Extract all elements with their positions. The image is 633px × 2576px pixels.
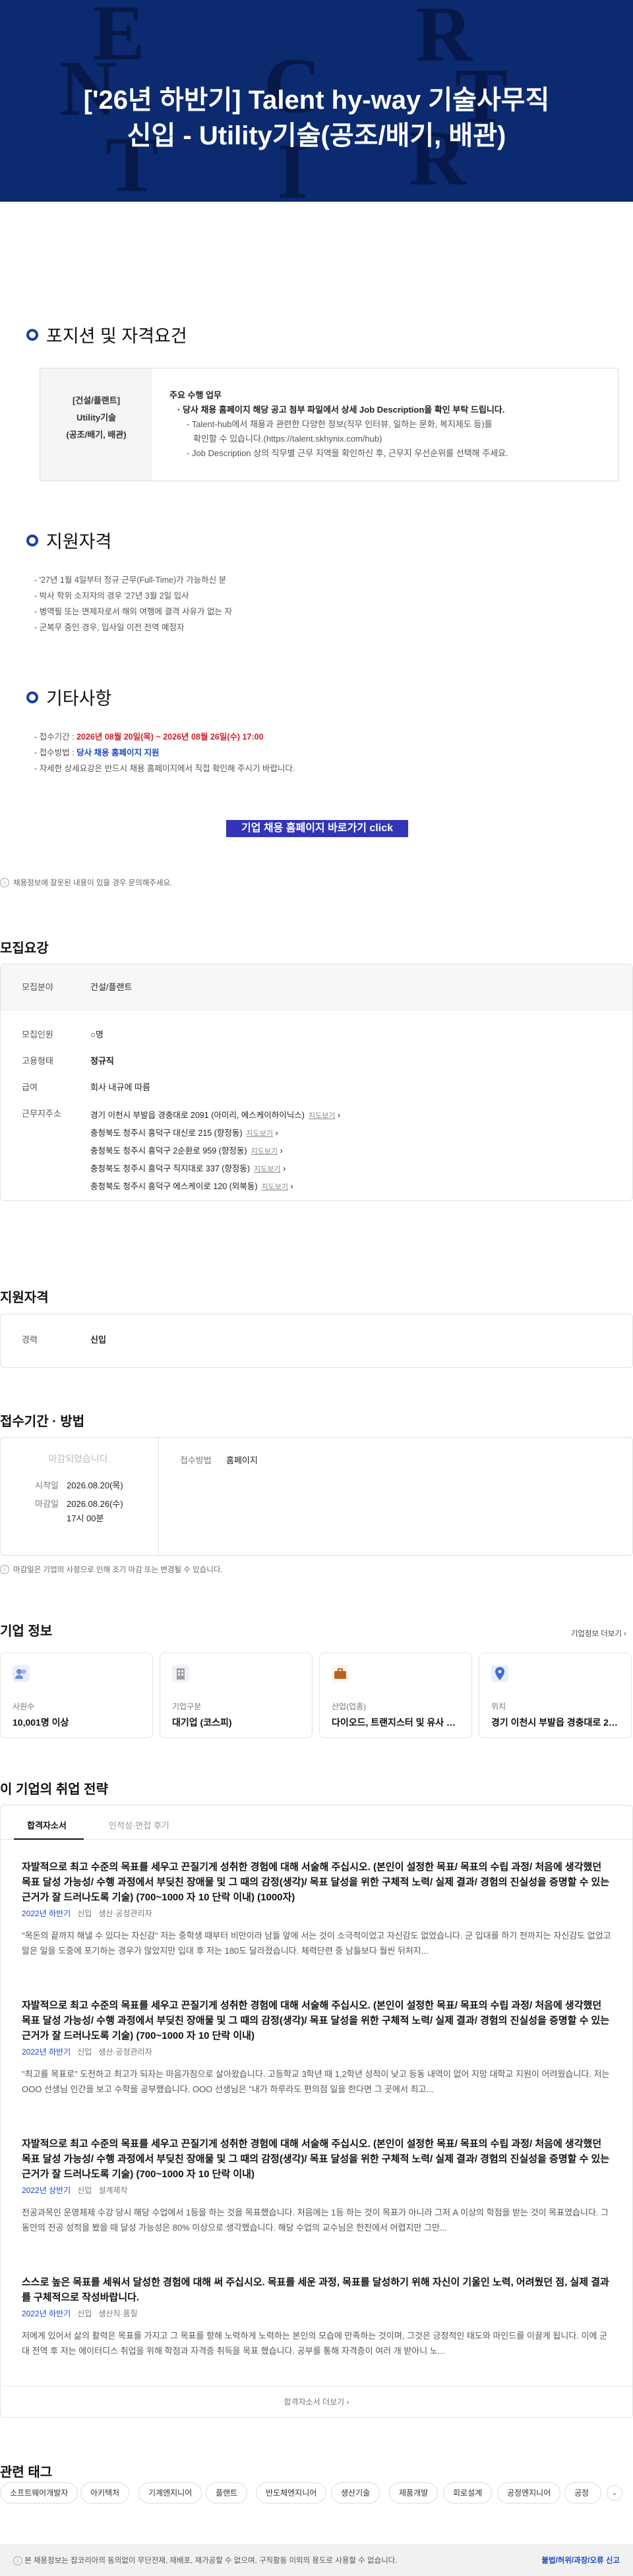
bullet-ring-icon: [26, 691, 38, 703]
story-item[interactable]: 자발적으로 최고 수준의 목표를 세우고 끈질기게 성취한 경험에 대해 서술해…: [22, 1998, 613, 2097]
tag-chip[interactable]: 공정: [564, 2482, 601, 2503]
active-tab-underline: [14, 1838, 84, 1840]
position-table: [건설/플랜트] Utility기술 (공조/배기, 배관) 주요 수행 업무 …: [40, 368, 618, 481]
map-link[interactable]: 지도보기: [254, 1165, 280, 1173]
tab-interview-review[interactable]: 인적성·면접 후기: [109, 1819, 169, 1831]
map-link[interactable]: 지도보기: [247, 1130, 273, 1138]
tag-chip[interactable]: 아키텍처: [80, 2482, 130, 2503]
closed-status: 마감되었습니다.: [48, 1453, 111, 1464]
apply-method: 당사 채용 홈페이지 지원: [76, 748, 160, 757]
tag-chip[interactable]: 소프트웨어개발자: [0, 2482, 78, 2503]
strategy-section-title: 이 기업의 취업 전략: [0, 1782, 108, 1797]
more-cover-letters-link[interactable]: 합격자소서 더보기 ›: [1, 2386, 632, 2417]
info-icon: i: [0, 878, 9, 887]
career-value: 신입: [90, 1335, 106, 1345]
chevron-down-icon[interactable]: ⌄: [607, 2485, 622, 2501]
company-card-industry[interactable]: 산업(업종) 다이오드, 트랜지스터 및 유사 반...: [319, 1653, 472, 1738]
briefcase-icon: [332, 1665, 349, 1682]
page-title: ['26년 하반기] Talent hy-way 기술사무직 신입 - Util…: [0, 82, 633, 154]
apply-period: 2026년 08월 20일(목) ~ 2026년 08월 26일(수) 17:0…: [76, 732, 264, 742]
map-link[interactable]: 지도보기: [309, 1112, 335, 1120]
tags-section-title: 관련 태그: [0, 2465, 53, 2480]
bullet-ring-icon: [26, 328, 38, 341]
company-card-employees[interactable]: 사원수 10,001명 이상: [0, 1653, 153, 1738]
company-homepage-button[interactable]: 기업 채용 홈페이지 바로가기 click: [226, 820, 408, 837]
story-item[interactable]: 자발적으로 최고 수준의 목표를 세우고 끈질기게 성취한 경험에 대해 서술해…: [22, 2136, 613, 2235]
etc-section-title: 기타사항: [26, 684, 111, 710]
employment-type: 정규직: [90, 1056, 114, 1066]
building-icon: [172, 1665, 189, 1682]
info-icon: i: [0, 1565, 9, 1574]
tag-chip[interactable]: 제품개발: [389, 2482, 438, 2503]
location-pin-icon: [491, 1665, 508, 1682]
tag-chip[interactable]: 기계엔지니어: [138, 2482, 202, 2503]
position-duties: 주요 수행 업무 · 당사 채용 홈페이지 해당 공고 첨부 파일에서 상세 J…: [169, 390, 508, 458]
people-icon: [13, 1665, 30, 1682]
etc-list: - 접수기간 : 2026년 08월 20일(목) ~ 2026년 08월 26…: [34, 732, 295, 773]
title-line-2: 신입 - Utility기술(공조/배기, 배관): [127, 121, 506, 150]
qualify-section-title: 지원자격: [0, 1291, 49, 1305]
deadline-notice: i 마감일은 기업의 사정으로 인해 조기 마감 또는 변경될 수 있습니다.: [0, 1564, 223, 1575]
company-section-title: 기업 정보: [0, 1624, 53, 1639]
tag-chip[interactable]: 공정엔지니어: [497, 2482, 561, 2503]
apply-section-title: 접수기간 · 방법: [0, 1415, 85, 1429]
recruit-card: 모집분야 건설/플랜트 모집인원 ○명 고용형태 정규직 급여 회사 내규에 따름 근무…: [0, 964, 633, 1201]
tag-chip[interactable]: 회로설계: [443, 2482, 493, 2503]
tag-chip[interactable]: 플랜트: [206, 2482, 248, 2503]
company-card-location[interactable]: 위치 경기 이천시 부발읍 경충대로 20...: [479, 1653, 632, 1738]
company-card-type[interactable]: 기업구분 대기업 (코스피): [160, 1653, 313, 1738]
map-link[interactable]: 지도보기: [262, 1183, 288, 1191]
story-item[interactable]: 자발적으로 최고 수준의 목표를 세우고 끈질기게 성취한 경험에 대해 서술해…: [22, 1859, 613, 1958]
info-icon: i: [13, 2556, 22, 2565]
footer-bar: i 본 채용정보는 잡코리아의 동의없이 무단전재, 재배포, 재가공할 수 없…: [0, 2544, 633, 2576]
report-link[interactable]: 불법/허위/과장/오류 신고: [541, 2555, 620, 2565]
tag-chip[interactable]: 생산기술: [331, 2482, 380, 2503]
bullet-ring-icon: [26, 534, 38, 546]
map-link[interactable]: 지도보기: [251, 1148, 278, 1156]
qualify-card: 경력 신입: [0, 1314, 633, 1368]
strategy-card: 합격자소서 인적성·면접 후기 자발적으로 최고 수준의 목표를 세우고 끈질기…: [0, 1805, 633, 2418]
recruit-section-title: 모집요강: [0, 941, 49, 956]
tag-chip[interactable]: 반도체엔지니어: [256, 2482, 327, 2503]
qualification-list: - '27년 1월 4일부터 정규 근무(Full-Time)가 가능하신 분 …: [34, 575, 232, 632]
hero-banner: E R N C T T I R ['26년 하반기] Talent hy-way…: [0, 0, 633, 202]
story-item[interactable]: 스스로 높은 목표를 세워서 달성한 경험에 대해 써 주십시오. 목표를 세운…: [22, 2275, 613, 2358]
qualification-section-title: 지원자격: [26, 527, 111, 553]
apply-card: 마감되었습니다. 시작일 2026.08.20(목) 마감일 2026.08.26(…: [0, 1437, 633, 1556]
position-field: [건설/플랜트] Utility기술 (공조/배기, 배관): [40, 368, 152, 481]
address-list: 경기 이천시 부발읍 경충대로 2091 (아미리, 에스케이하이닉스) 지도보기…: [90, 1111, 341, 1191]
position-section-title: 포지션 및 자격요건: [26, 322, 187, 347]
report-notice: i 채용정보에 잘못된 내용이 있을 경우 문의해주세요.: [0, 877, 172, 888]
tab-cover-letter[interactable]: 합격자소서: [27, 1819, 67, 1831]
title-line-1: ['26년 하반기] Talent hy-way 기술사무직: [83, 86, 550, 115]
company-more-link[interactable]: 기업정보 더보기 ›: [571, 1628, 626, 1639]
